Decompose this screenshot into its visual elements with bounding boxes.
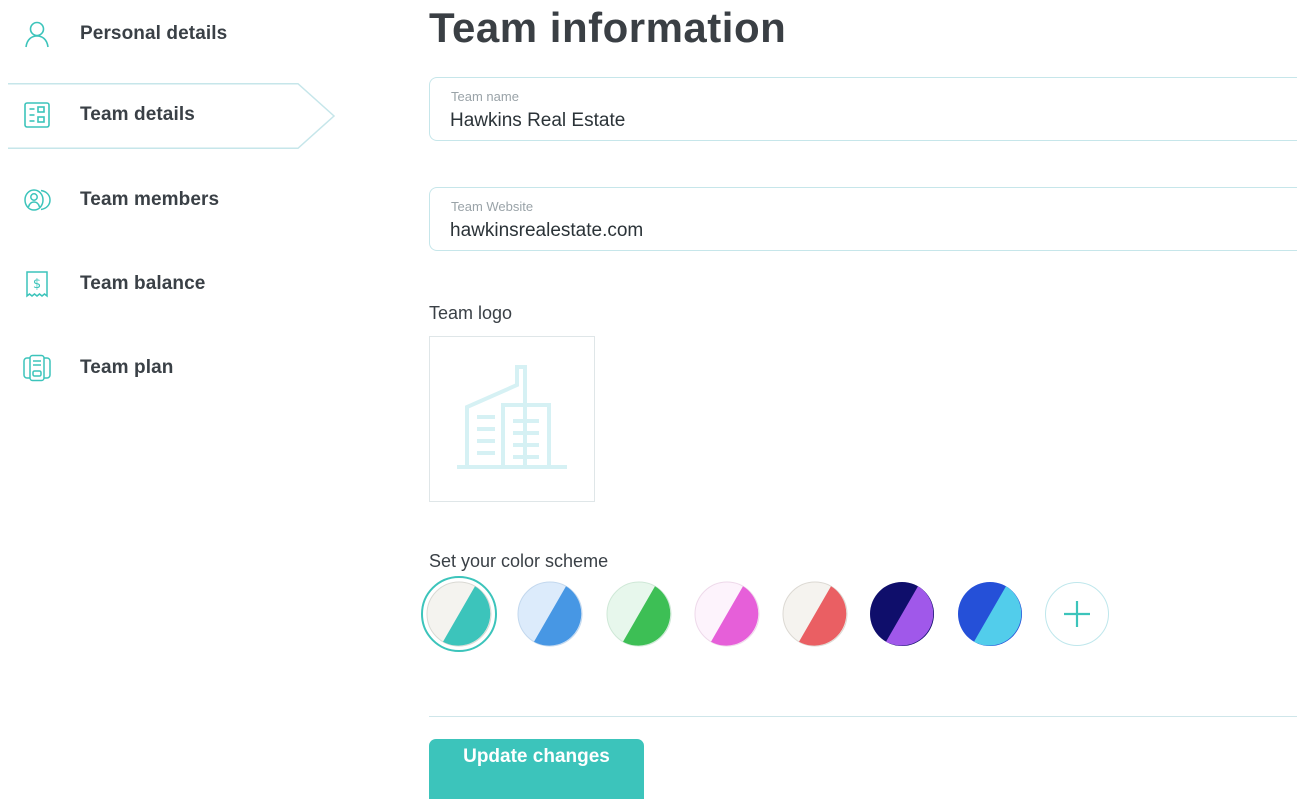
team-logo-upload[interactable] bbox=[429, 336, 595, 502]
plan-card-icon bbox=[22, 353, 52, 383]
color-swatch-red[interactable] bbox=[777, 576, 853, 652]
id-card-icon bbox=[22, 100, 52, 130]
person-icon bbox=[22, 19, 52, 49]
color-swatch-blue[interactable] bbox=[512, 576, 588, 652]
team-name-label: Team name bbox=[451, 89, 519, 104]
sidebar-item-label: Team details bbox=[80, 104, 195, 125]
receipt-dollar-icon: $ bbox=[22, 269, 52, 299]
team-logo-label: Team logo bbox=[429, 303, 513, 323]
svg-text:$: $ bbox=[33, 277, 41, 292]
color-swatch-teal[interactable] bbox=[421, 576, 497, 652]
sidebar: Personal details Team details Team membe… bbox=[0, 0, 340, 799]
sidebar-item-label: Team plan bbox=[80, 357, 174, 378]
sidebar-item-label: Personal details bbox=[80, 23, 228, 44]
team-website-input[interactable] bbox=[450, 220, 1250, 242]
team-name-field[interactable]: Team name bbox=[429, 77, 1297, 141]
color-scheme-swatches bbox=[421, 576, 1129, 656]
sidebar-item-personal-details[interactable]: Personal details bbox=[0, 2, 330, 66]
color-swatch-graphic bbox=[694, 581, 760, 647]
sidebar-item-label: Team members bbox=[80, 189, 220, 210]
sidebar-item-team-plan[interactable]: Team plan bbox=[0, 336, 330, 400]
color-swatch-graphic bbox=[870, 582, 934, 646]
page-title: Team information bbox=[429, 4, 787, 51]
color-swatch-graphic bbox=[958, 582, 1022, 646]
team-name-input[interactable] bbox=[450, 110, 1250, 132]
color-swatch-graphic bbox=[426, 581, 492, 647]
color-swatch-pink[interactable] bbox=[689, 576, 765, 652]
sidebar-item-team-balance[interactable]: $ Team balance bbox=[0, 252, 330, 316]
team-members-icon bbox=[22, 185, 52, 215]
page: Personal details Team details Team membe… bbox=[0, 0, 1297, 799]
plus-icon bbox=[1064, 601, 1090, 627]
sidebar-item-team-members[interactable]: Team members bbox=[0, 168, 330, 232]
team-website-field[interactable]: Team Website bbox=[429, 187, 1297, 251]
color-swatch-graphic bbox=[782, 581, 848, 647]
color-swatch-graphic bbox=[606, 581, 672, 647]
color-swatch-green[interactable] bbox=[601, 576, 677, 652]
add-color-button[interactable] bbox=[1045, 582, 1109, 646]
sidebar-item-team-details[interactable]: Team details bbox=[0, 83, 336, 149]
color-swatch-royal-cyan[interactable] bbox=[952, 576, 1028, 652]
color-swatch-navy-purple[interactable] bbox=[864, 576, 940, 652]
sidebar-item-label: Team balance bbox=[80, 273, 206, 294]
color-swatch-graphic bbox=[517, 581, 583, 647]
update-changes-button[interactable]: Update changes bbox=[429, 739, 644, 799]
team-website-label: Team Website bbox=[451, 199, 534, 214]
divider bbox=[429, 716, 1297, 717]
building-icon bbox=[455, 363, 569, 476]
color-scheme-label: Set your color scheme bbox=[429, 551, 609, 571]
